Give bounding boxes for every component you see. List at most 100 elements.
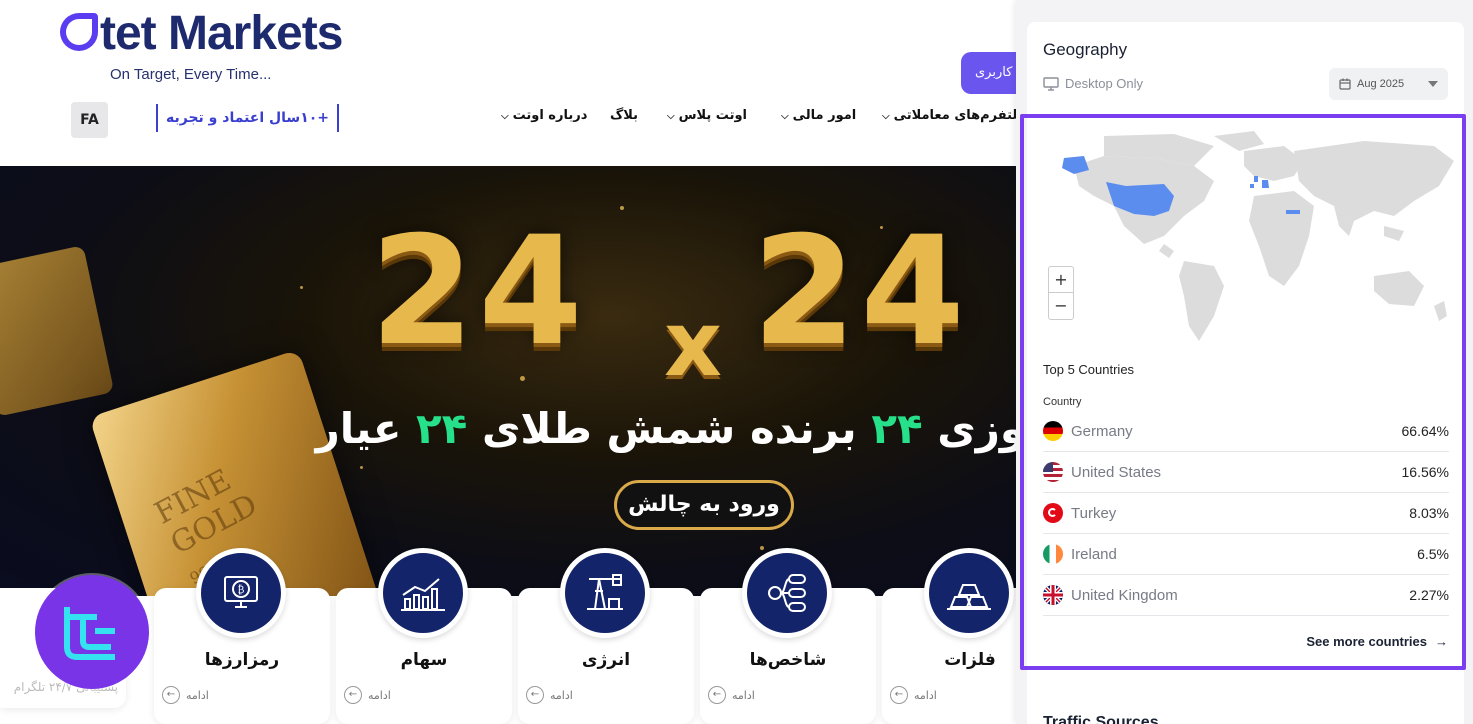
nav-label: اوتت پلاس [678,108,747,123]
gold-bars-icon [924,548,1014,638]
indices-network-icon [742,548,832,638]
arrow-left-icon: ← [344,686,362,704]
chevron-down-icon: ⌵ [667,111,675,122]
screenshot: tet Markets On Target, Every Time... کار… [0,0,1473,724]
arrow-right-icon: → [1435,634,1448,649]
watermark-logo [35,575,149,689]
chevron-down-icon: ⌵ [781,111,789,122]
country-row[interactable]: United Kingdom 2.27% [1043,575,1449,616]
ireland-flag-icon [1043,544,1063,564]
category-card-metals[interactable]: فلزات ← ادامه [882,548,1016,724]
stocks-chart-icon [378,548,468,638]
crypto-monitor-icon: ₿ [196,548,286,638]
logo-tagline: On Target, Every Time... [110,66,272,83]
category-title: انرژی [581,650,631,670]
more-link[interactable]: ← ادامه [890,686,937,704]
country-share: 2.27% [1409,587,1449,603]
category-card-crypto[interactable]: ₿ رمزارزها ← ادامه [154,548,330,724]
nav-about[interactable]: درباره اوتت⌵ [501,108,587,132]
chevron-down-icon: ⌵ [882,111,890,122]
device-filter: Desktop Only [1043,76,1143,91]
country-row[interactable]: Turkey 8.03% [1043,493,1449,534]
zoom-out-button[interactable]: − [1049,293,1073,319]
country-list: Germany 66.64% United States 16.56% Turk… [1043,411,1449,616]
geography-title: Geography [1043,40,1128,59]
enter-challenge-button[interactable]: ورود به چالش [614,480,794,530]
logo-text: tet Markets [100,7,343,60]
category-card-stocks[interactable]: سهام ← ادامه [336,548,512,724]
nav-label: بلاگ [610,108,639,123]
arrow-left-icon: ← [526,686,544,704]
map-region-germany [1262,180,1269,188]
nav-blog[interactable]: بلاگ [610,108,638,132]
top-countries-label: Top 5 Countries [1043,362,1135,377]
nav-label: امور مالی [792,108,857,123]
calendar-icon [1339,78,1351,90]
logo-o-mark [60,13,98,51]
traffic-sources-card: Traffic Sources [1027,698,1464,724]
country-share: 8.03% [1409,505,1449,521]
country-row[interactable]: United States 16.56% [1043,452,1449,493]
category-card-indices[interactable]: شاخص‌ها ← ادامه [700,548,876,724]
germany-flag-icon [1043,421,1063,441]
map-zoom-controls: + − [1048,266,1074,320]
country-column-header: Country [1043,396,1082,408]
more-link[interactable]: ← ادامه [526,686,573,704]
category-cards: پشتیبانی ۲۴/۷ تلگرام ₿ رمزارزها ←ادامه س… [0,548,1016,724]
geography-card: Geography Desktop Only Aug 2025 + − Top … [1027,22,1464,712]
country-name: United Kingdom [1071,586,1178,604]
map-region-uk [1254,176,1258,182]
map-region-turkey [1286,210,1300,214]
see-more-countries-link[interactable]: See more countries → [1306,634,1448,649]
nav-otet-plus[interactable]: اوتت پلاس⌵ [667,108,747,132]
country-name: United States [1071,463,1162,481]
uk-flag-icon [1043,585,1063,605]
nav-trading-platforms[interactable]: پلتفرم‌های معاملاتی⌵ [882,108,1016,132]
nav-label: درباره اوتت [512,108,588,123]
country-share: 66.64% [1401,423,1449,439]
desktop-icon [1043,76,1059,91]
category-title: رمزارزها [204,650,280,670]
arrow-left-icon: ← [708,686,726,704]
turkey-flag-icon [1043,503,1063,523]
otet-markets-logo[interactable]: tet Markets On Target, Every Time... [60,6,380,86]
zoom-in-button[interactable]: + [1049,267,1073,293]
nav-financial[interactable]: امور مالی⌵ [781,108,856,132]
arrow-left-icon: ← [890,686,908,704]
country-row[interactable]: Ireland 6.5% [1043,534,1449,575]
category-title: سهام [400,650,448,670]
chevron-down-icon [1428,81,1438,87]
svg-text:₿: ₿ [238,584,245,596]
more-link[interactable]: ← ادامه [162,686,209,704]
country-share: 16.56% [1401,464,1449,480]
country-row[interactable]: Germany 66.64% [1043,411,1449,452]
country-share: 6.5% [1417,546,1449,562]
more-link[interactable]: ← ادامه [344,686,391,704]
country-name: Ireland [1071,545,1117,563]
us-flag-icon [1043,462,1063,482]
trust-badge: +۱۰سال اعتماد و تجربه [156,104,340,132]
language-button[interactable]: FA [71,102,108,138]
world-map[interactable] [1044,126,1454,356]
chevron-down-icon: ⌵ [501,111,509,122]
map-region-ireland [1250,184,1254,188]
banner-x: x [664,292,723,397]
banner-number-left: 24 [370,205,587,379]
arrow-left-icon: ← [162,686,180,704]
promo-banner[interactable]: FINEGOLD999.9 24 x 24 وزی ۲۴ برنده شمش ط… [0,166,1016,596]
traffic-sources-title: Traffic Sources [1043,714,1159,724]
map-region-us [1106,182,1174,216]
country-name: Germany [1071,422,1133,440]
more-link[interactable]: ← ادامه [708,686,755,704]
website: tet Markets On Target, Every Time... کار… [0,0,1016,724]
category-card-energy[interactable]: انرژی ← ادامه [518,548,694,724]
gold-bar-image [0,245,115,417]
oil-pump-icon [560,548,650,638]
banner-number-right: 24 [752,205,969,379]
banner-headline: وزی ۲۴ برنده شمش طلای ۲۴ عیار [315,404,1016,453]
date-select[interactable]: Aug 2025 [1329,68,1448,100]
logo-wordmark: tet Markets [60,6,343,61]
user-login-button[interactable]: کاربری [961,52,1016,94]
country-name: Turkey [1071,504,1117,522]
nav-label: پلتفرم‌های معاملاتی [893,108,1016,123]
